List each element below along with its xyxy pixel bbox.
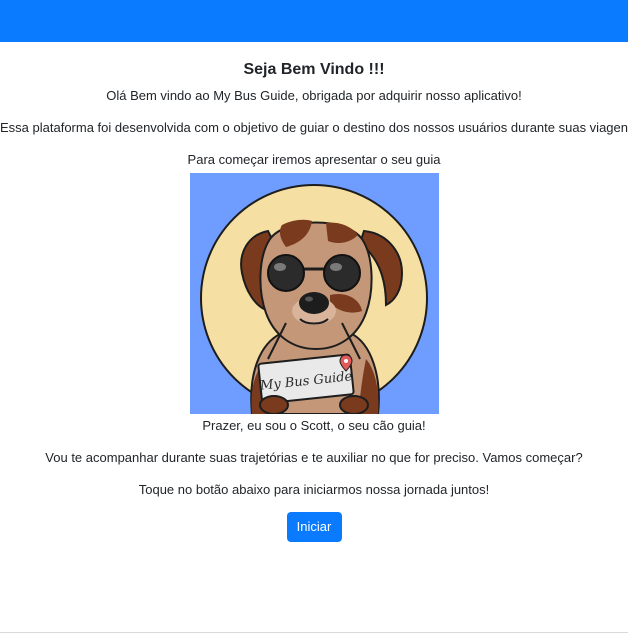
start-instruction: Toque no botão abaixo para iniciarmos no… [138,482,490,497]
guide-description: Vou te acompanhar durante suas trajetóri… [45,450,583,465]
platform-description: Essa plataforma foi desenvolvida com o o… [0,120,628,135]
top-navbar [0,0,628,42]
welcome-section: Seja Bem Vindo !!! Olá Bem vindo ao My B… [0,42,628,542]
welcome-text: Olá Bem vindo ao My Bus Guide, obrigada … [106,88,522,103]
intro-guide-text: Para começar iremos apresentar o seu gui… [187,152,441,167]
start-button[interactable]: Iniciar [286,512,342,542]
guide-dog-illustration: My Bus Guide [189,173,439,414]
dog-image: My Bus Guide [189,173,439,414]
guide-caption: Prazer, eu sou o Scott, o seu cão guia! [202,418,426,433]
page-title: Seja Bem Vindo !!! [243,61,385,78]
